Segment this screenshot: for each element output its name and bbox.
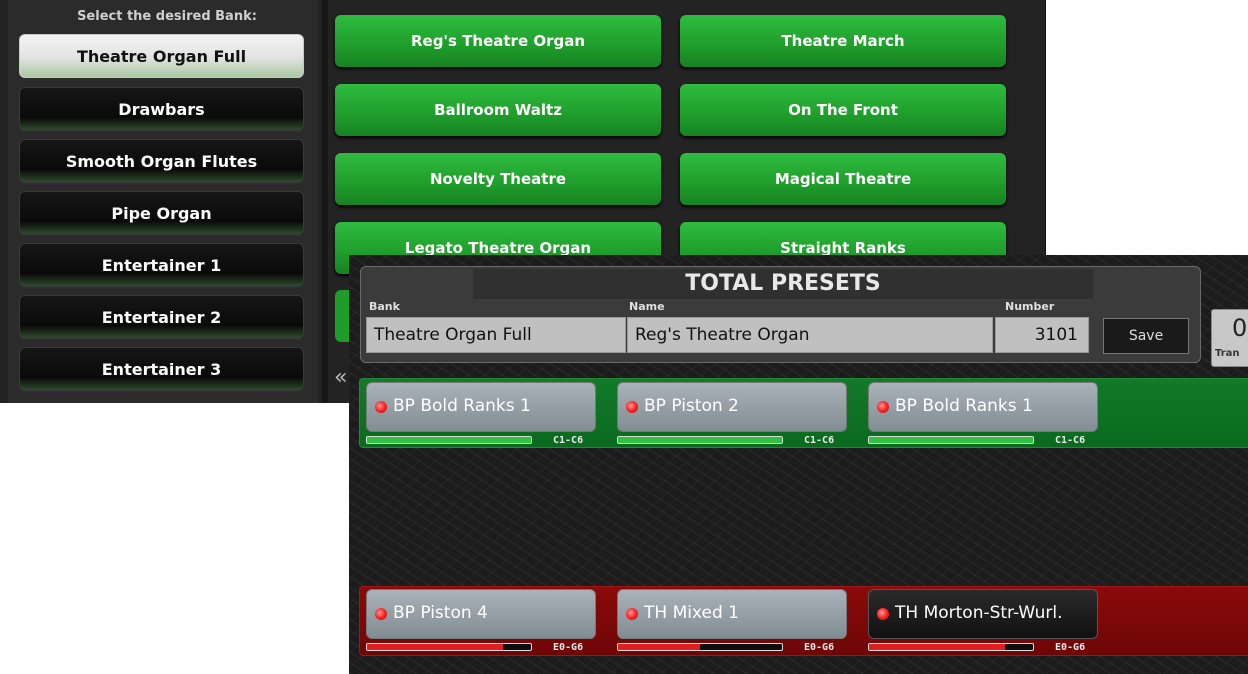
title-bar: TOTAL PRESETS [473, 269, 1093, 299]
bank-item-entertainer-2[interactable]: Entertainer 2 [19, 295, 304, 339]
keyboard-range-text: C1-C6 [1055, 435, 1086, 446]
registration-button-bp-piston-4[interactable]: BP Piston 4 [366, 589, 596, 639]
range-fill [869, 437, 1033, 443]
save-button[interactable]: Save [1103, 318, 1189, 354]
status-led-icon [877, 401, 889, 413]
registration-label: BP Bold Ranks 1 [895, 396, 1033, 416]
preset-button-magical-theatre[interactable]: Magical Theatre [680, 153, 1006, 205]
registration-button-th-mixed-1[interactable]: TH Mixed 1 [617, 589, 847, 639]
keyboard-range-text: E0-G6 [804, 642, 835, 653]
registration-label: BP Piston 2 [644, 396, 739, 416]
panel-divider [322, 0, 328, 403]
page-back-arrow-icon[interactable]: « [334, 365, 347, 390]
keyboard-range-bar[interactable] [868, 436, 1034, 444]
preset-button-regs-theatre-organ[interactable]: Reg's Theatre Organ [335, 15, 661, 67]
transpose-label: Tran [1215, 348, 1240, 359]
page-title: TOTAL PRESETS [685, 271, 881, 296]
preset-button-partial[interactable] [335, 290, 349, 342]
registration-button-bp-bold-ranks-1[interactable]: BP Bold Ranks 1 [366, 382, 596, 432]
preset-header: TOTAL PRESETS Bank Theatre Organ Full Na… [360, 266, 1201, 363]
status-led-icon [375, 608, 387, 620]
keyboard-range-text: C1-C6 [804, 435, 835, 446]
keyboard-range-bar[interactable] [868, 643, 1034, 651]
registration-label: BP Bold Ranks 1 [393, 396, 531, 416]
name-field[interactable]: Reg's Theatre Organ [627, 317, 993, 353]
range-fill [618, 644, 700, 650]
preset-button-on-the-front[interactable]: On The Front [680, 84, 1006, 136]
registration-label: BP Piston 4 [393, 603, 488, 623]
keyboard-range-text: C1-C6 [553, 435, 584, 446]
keyboard-range-bar[interactable] [366, 436, 532, 444]
transpose-value: 0 [1232, 314, 1248, 342]
transpose-display[interactable]: 0 Tran [1211, 309, 1248, 367]
registration-button-bp-piston-2[interactable]: BP Piston 2 [617, 382, 847, 432]
registration-label: TH Mixed 1 [644, 603, 739, 623]
bank-item-drawbars[interactable]: Drawbars [19, 87, 304, 131]
bank-field-label: Bank [369, 300, 400, 313]
number-field-label: Number [1005, 300, 1055, 313]
preset-button-novelty-theatre[interactable]: Novelty Theatre [335, 153, 661, 205]
keyboard-range-bar[interactable] [617, 643, 783, 651]
registration-button-th-morton-str-wurl[interactable]: TH Morton-Str-Wurl. [868, 589, 1098, 639]
range-fill [367, 644, 504, 650]
preset-button-ballroom-waltz[interactable]: Ballroom Waltz [335, 84, 661, 136]
bank-list-heading: Select the desired Bank: [77, 9, 257, 24]
keyboard-range-bar[interactable] [617, 436, 783, 444]
status-led-icon [626, 401, 638, 413]
status-led-icon [375, 401, 387, 413]
range-fill [367, 437, 531, 443]
bank-item-smooth-organ-flutes[interactable]: Smooth Organ Flutes [19, 139, 304, 183]
range-fill [618, 437, 782, 443]
status-led-icon [626, 608, 638, 620]
range-fill [869, 644, 1006, 650]
keyboard-range-text: E0-G6 [553, 642, 584, 653]
registration-label: TH Morton-Str-Wurl. [895, 603, 1063, 623]
name-field-label: Name [629, 300, 665, 313]
preset-button-theatre-march[interactable]: Theatre March [680, 15, 1006, 67]
keyboard-range-bar[interactable] [366, 643, 532, 651]
number-field[interactable]: 3101 [995, 317, 1089, 353]
keyboard-range-text: E0-G6 [1055, 642, 1086, 653]
bank-item-pipe-organ[interactable]: Pipe Organ [19, 191, 304, 235]
registration-button-bp-bold-ranks-1b[interactable]: BP Bold Ranks 1 [868, 382, 1098, 432]
total-presets-window: TOTAL PRESETS Bank Theatre Organ Full Na… [349, 255, 1248, 674]
bank-item-entertainer-1[interactable]: Entertainer 1 [19, 243, 304, 287]
bank-item-theatre-organ-full[interactable]: Theatre Organ Full [19, 34, 304, 78]
bank-field[interactable]: Theatre Organ Full [366, 317, 626, 353]
bank-item-entertainer-3[interactable]: Entertainer 3 [19, 347, 304, 391]
status-led-icon [877, 608, 889, 620]
